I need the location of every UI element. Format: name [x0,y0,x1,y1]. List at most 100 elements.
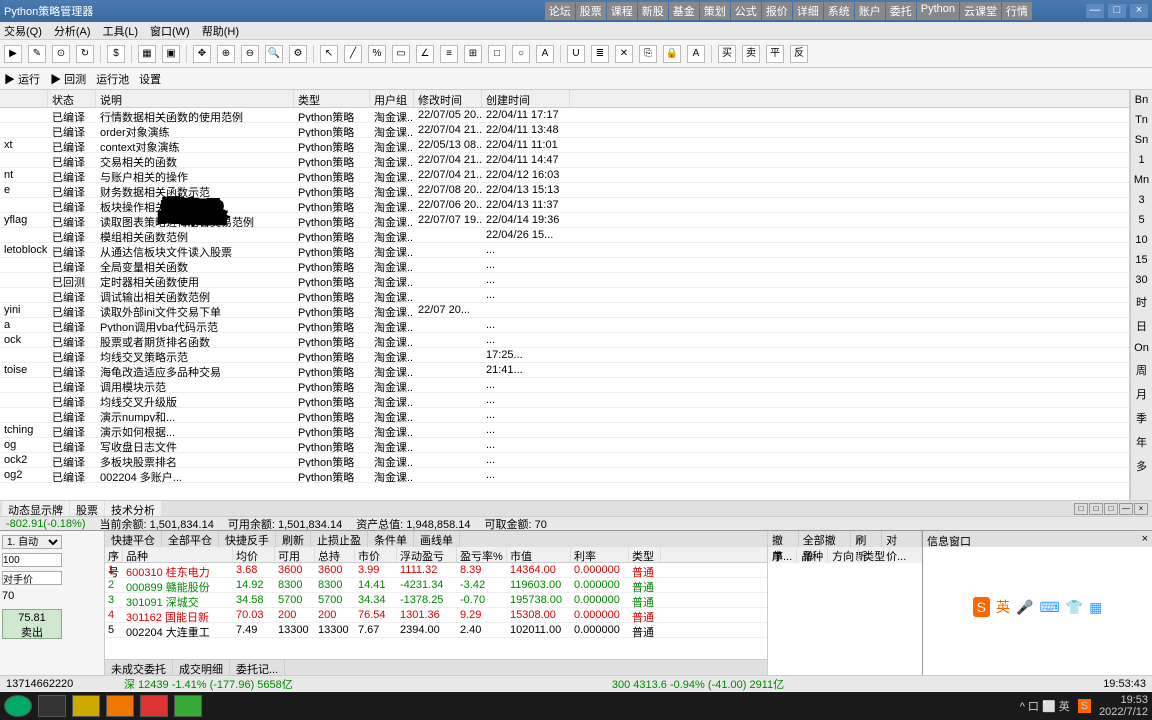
strategy-row[interactable]: letoblock已编译从通达信板块文件读入股票Python策略淘金课.....… [0,243,1129,258]
align-icon[interactable]: ≣ [591,45,609,63]
play-icon[interactable]: ▶ [4,45,22,63]
strategy-row[interactable]: tching已编译演示如何根据...Python策略淘金课...... [0,423,1129,438]
lock-icon[interactable]: 🔒 [663,45,681,63]
btn3[interactable]: □ [1104,503,1118,515]
percent-icon[interactable]: % [368,45,386,63]
font-icon[interactable]: A [687,45,705,63]
strategy-row[interactable]: 已编译行情数据相关函数的使用范例Python策略淘金课...22/07/05 2… [0,108,1129,123]
sell-button[interactable]: 卖 [742,45,760,63]
timeframe-btn[interactable]: 30 [1135,274,1147,286]
btn2[interactable]: □ [1089,503,1103,515]
strategy-row[interactable]: 已编译交易相关的函数Python策略淘金课...22/07/04 21...22… [0,153,1129,168]
order-tab[interactable]: 未成交委托 [105,660,173,675]
close-icon[interactable]: × [1130,4,1148,18]
top-tab[interactable]: 新股 [638,2,668,20]
task-4[interactable] [140,695,168,717]
mid-tab[interactable]: 刷新 [276,531,311,547]
text-icon[interactable]: A [536,45,554,63]
task-1[interactable] [38,695,66,717]
position-row[interactable]: 4301162 国能日新70.0320020076.541301.369.291… [105,608,767,623]
mid-tab[interactable]: 快捷平仓 [105,531,162,547]
strategy-row[interactable]: e已编译财务数据相关函数示范Python策略淘金课...22/07/08 20.… [0,183,1129,198]
timeframe-btn[interactable]: 年 [1136,434,1147,450]
copy-icon[interactable]: ⎘ [639,45,657,63]
right-tab[interactable]: 对价... [882,531,922,547]
ime-skin-icon[interactable]: 👕 [1066,599,1083,616]
dollar-icon[interactable]: $ [107,45,125,63]
underline-icon[interactable]: U [567,45,585,63]
ime-kbd-icon[interactable]: ⌨ [1039,599,1059,616]
strategy-row[interactable]: yini已编译读取外部ini文件交易下单Python策略淘金课...22/07 … [0,303,1129,318]
strategy-row[interactable]: toise已编译海龟改造适应多品种交易Python策略淘金课...21:41..… [0,363,1129,378]
timeframe-btn[interactable]: 5 [1138,214,1144,226]
strategy-row[interactable]: yflag已编译读取图表策略进行后台交易范例Python策略淘金课...22/0… [0,213,1129,228]
position-row[interactable]: 3301091 深城交34.585700570034.34-1378.25-0.… [105,593,767,608]
position-row[interactable]: 1600310 桂东电力3.68360036003.991111.328.391… [105,563,767,578]
top-tab[interactable]: 报价 [762,2,792,20]
timeframe-btn[interactable]: 1 [1138,154,1144,166]
tray-sogou[interactable]: S [1078,699,1091,713]
price-type[interactable] [2,571,62,585]
ime-mic-icon[interactable]: 🎤 [1016,599,1033,616]
btn1[interactable]: □ [1074,503,1088,515]
timeframe-btn[interactable]: Mn [1134,174,1149,186]
timeframe-btn[interactable]: Tn [1135,114,1148,126]
strategy-row[interactable]: 已编译全局变量相关函数Python策略淘金课...... [0,258,1129,273]
top-tab[interactable]: 论坛 [545,2,575,20]
strategy-row[interactable]: ock2已编译多板块股票排名Python策略淘金课...... [0,453,1129,468]
hline-icon[interactable]: ≡ [440,45,458,63]
top-tab[interactable]: 公式 [731,2,761,20]
zoomin-icon[interactable]: ⊕ [217,45,235,63]
right-tab[interactable]: 刷新 [851,531,882,547]
reverse-button[interactable]: 反 [790,45,808,63]
strategy-row[interactable]: ock已编译股票或者期货排名函数Python策略淘金课...... [0,333,1129,348]
sell-button[interactable]: 75.81 卖出 [2,609,62,639]
top-tab[interactable]: 课程 [607,2,637,20]
task-2[interactable] [72,695,100,717]
order-tab[interactable]: 委托记... [230,660,285,675]
timeframe-btn[interactable]: 多 [1136,458,1147,474]
task-5[interactable] [174,695,202,717]
buy-button[interactable]: 买 [718,45,736,63]
refresh-icon[interactable]: ↻ [76,45,94,63]
top-tab[interactable]: 行情 [1002,2,1032,20]
timeframe-btn[interactable]: 时 [1136,294,1147,310]
top-tab[interactable]: 股票 [576,2,606,20]
strategy-row[interactable]: 已回测定时器相关函数使用Python策略淘金课...... [0,273,1129,288]
strategy-row[interactable]: 已编译模组相关函数范例Python策略淘金课...22/04/26 15... [0,228,1129,243]
mid-tab[interactable]: 画线单 [414,531,460,547]
box-icon[interactable]: □ [488,45,506,63]
menu-item[interactable]: 工具(L) [103,23,138,39]
info-close-icon[interactable]: × [1142,533,1148,545]
toolbar2-item[interactable]: ▶ 回测 [50,71,86,87]
top-tab[interactable]: 账户 [855,2,885,20]
position-row[interactable]: 2000899 赣能股份14.928300830014.41-4231.34-3… [105,578,767,593]
vline-icon[interactable]: ⊞ [464,45,482,63]
cursor-icon[interactable]: ↖ [320,45,338,63]
bottom-tab[interactable]: 股票 [70,501,104,516]
toolbar2-item[interactable]: 运行池 [96,71,129,87]
layout-icon[interactable]: ▣ [162,45,180,63]
circle-icon[interactable]: ○ [512,45,530,63]
zoomout-icon[interactable]: ⊖ [241,45,259,63]
edit-icon[interactable]: ✎ [28,45,46,63]
delete-icon[interactable]: ✕ [615,45,633,63]
menu-item[interactable]: 帮助(H) [202,23,239,39]
mid-tab[interactable]: 止损止盈 [311,531,368,547]
toolbar2-item[interactable]: 设置 [139,71,161,87]
maximize-icon[interactable]: □ [1108,4,1126,18]
timeframe-btn[interactable]: 月 [1136,386,1147,402]
btn5[interactable]: × [1134,503,1148,515]
timeframe-btn[interactable]: On [1134,342,1149,354]
strategy-row[interactable]: a已编译Python调用vba代码示范Python策略淘金课...... [0,318,1129,333]
bottom-tab[interactable]: 动态显示牌 [2,501,69,516]
strategy-row[interactable]: xt已编译context对象演练Python策略淘金课...22/05/13 0… [0,138,1129,153]
line-icon[interactable]: ╱ [344,45,362,63]
timeframe-btn[interactable]: 15 [1135,254,1147,266]
bottom-tab[interactable]: 技术分析 [105,501,161,516]
timeframe-btn[interactable]: Bn [1135,94,1148,106]
timeframe-btn[interactable]: Sn [1135,134,1148,146]
strategy-row[interactable]: og已编译写收盘日志文件Python策略淘金课...... [0,438,1129,453]
order-tab[interactable]: 成交明细 [173,660,230,675]
strategy-row[interactable]: 已编译板块操作相关函数Python策略淘金课...22/07/06 20...2… [0,198,1129,213]
